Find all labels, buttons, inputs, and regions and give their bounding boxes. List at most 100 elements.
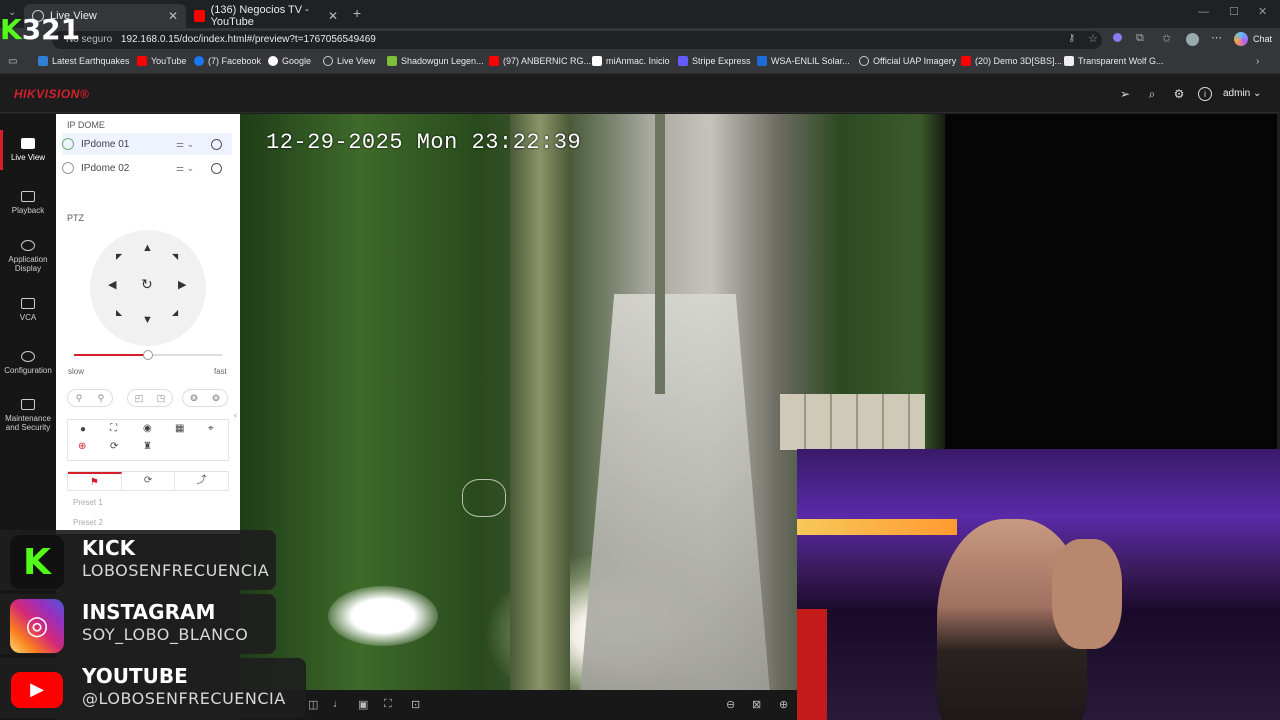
camera-options-icon[interactable]: ⚌ ⌄ xyxy=(176,163,194,174)
wire-basket xyxy=(462,479,506,517)
nav-maintenance-security[interactable]: Maintenance and Security xyxy=(0,399,56,432)
nav-live-view[interactable]: Live View xyxy=(0,130,56,170)
minimize-icon[interactable]: — xyxy=(1198,6,1209,18)
bookmark-item[interactable]: Stripe Express xyxy=(678,56,751,66)
settings-icon[interactable]: ⚙ xyxy=(1172,87,1186,101)
nav-application-display[interactable]: Application Display xyxy=(0,240,56,273)
capture-icon[interactable]: ◫ xyxy=(308,698,318,711)
bookmark-item[interactable]: (7) Facebook xyxy=(194,56,261,66)
window-icon[interactable]: ⊠ xyxy=(752,698,761,711)
digital-zoom-icon[interactable]: ⛶ xyxy=(384,698,392,711)
zoom-out-icon[interactable]: ⚲ xyxy=(76,393,83,404)
previous-icon[interactable]: ⊖ xyxy=(726,698,735,711)
close-tab-icon[interactable]: ✕ xyxy=(328,9,338,23)
tab-label: (136) Negocios TV - YouTube xyxy=(210,4,309,28)
ptz-up-icon[interactable]: ▲ xyxy=(142,242,153,254)
preset-item[interactable]: Preset 2 xyxy=(73,518,103,527)
ptz-downright-icon[interactable]: ◢ xyxy=(172,308,178,317)
ptz-auto-rotate-icon[interactable]: ↻ xyxy=(141,276,153,293)
bookmark-item[interactable]: Latest Earthquakes xyxy=(38,56,130,66)
bookmarks-overflow-chevron-icon[interactable]: › xyxy=(1256,56,1259,67)
record-icon[interactable] xyxy=(211,138,222,150)
ptz-upleft-icon[interactable]: ◤ xyxy=(116,252,122,261)
manual-tracking-icon[interactable]: ⌖ xyxy=(208,423,214,434)
tab-patrol[interactable]: ⟳ xyxy=(122,472,176,490)
close-window-icon[interactable]: ✕ xyxy=(1258,5,1267,18)
next-icon[interactable]: ⊕ xyxy=(779,698,788,711)
send-icon[interactable]: ➢ xyxy=(1118,87,1132,101)
iris-open-icon[interactable]: ❂ xyxy=(212,393,220,404)
user-menu[interactable]: admin ⌄ xyxy=(1223,88,1261,99)
tab-presets[interactable]: ⚑ xyxy=(68,472,122,490)
ptz-direction-pad[interactable]: ▲ ▼ ◀ ▶ ◤ ◥ ◣ ◢ ↻ xyxy=(90,230,206,346)
ptz-speed-slider[interactable] xyxy=(74,350,222,360)
bookmark-item[interactable]: YouTube xyxy=(137,56,186,66)
zoom-in-icon[interactable]: ⚲ xyxy=(98,393,105,404)
key-icon[interactable]: ⚷ xyxy=(1068,33,1075,44)
iris-button-group[interactable]: ❂ ❂ xyxy=(182,389,228,407)
extension-icon[interactable] xyxy=(1113,33,1122,42)
area-zoom-icon[interactable]: ⛶ xyxy=(110,423,117,434)
dark-area xyxy=(945,114,1277,449)
tab-pattern[interactable]: ⤴ xyxy=(175,472,228,490)
bookmark-item[interactable]: WSA-ENLIL Solar... xyxy=(757,56,850,66)
refresh-icon[interactable]: ⟳ xyxy=(110,441,118,452)
camera-options-icon[interactable]: ⚌ ⌄ xyxy=(176,139,194,150)
ptz-right-icon[interactable]: ▶ xyxy=(178,278,186,291)
chat-button[interactable]: Chat xyxy=(1253,34,1272,44)
pattern-icon: ⤴ xyxy=(196,475,207,486)
ptz-downleft-icon[interactable]: ◣ xyxy=(116,308,122,317)
nav-vca[interactable]: VCA xyxy=(0,298,56,322)
social-handle: SOY_LOBO_BLANCO xyxy=(82,625,249,644)
focus-near-icon[interactable]: ◰ xyxy=(135,393,144,404)
bookmark-item[interactable]: Live View xyxy=(323,56,375,66)
camera-item-ipdome-02[interactable]: IPdome 02 ⚌ ⌄ xyxy=(62,157,232,179)
search-icon[interactable]: ⌕ xyxy=(1145,87,1159,101)
wiper-icon[interactable]: ♜ xyxy=(143,441,152,452)
audio-icon[interactable]: ♩ xyxy=(333,698,344,710)
puzzle-icon[interactable]: ⧉ xyxy=(1136,32,1144,45)
collapse-panel-chevron-icon[interactable]: ‹ xyxy=(234,410,237,420)
layout-icon[interactable]: ▦ xyxy=(175,423,184,434)
ptz-upright-icon[interactable]: ◥ xyxy=(172,252,178,261)
zoom-3d-icon[interactable]: ⊕ xyxy=(78,441,86,452)
bookmark-item[interactable]: Google xyxy=(268,56,311,66)
ptz-down-icon[interactable]: ▼ xyxy=(142,314,153,326)
bookmark-item[interactable]: Official UAP Imagery xyxy=(859,56,956,66)
bookmark-item[interactable]: Transparent Wolf G... xyxy=(1064,56,1164,66)
sidebar-toggle-icon[interactable]: ▭ xyxy=(8,56,17,67)
zoom-button-group[interactable]: ⚲ ⚲ xyxy=(67,389,113,407)
lens-init-icon[interactable]: ◉ xyxy=(143,423,152,434)
iris-close-icon[interactable]: ❂ xyxy=(190,393,198,404)
url-field[interactable]: No seguro 192.168.0.15/doc/index.html#/p… xyxy=(52,31,1102,49)
focus-button-group[interactable]: ◰ ◳ xyxy=(127,389,173,407)
profile-avatar[interactable] xyxy=(1186,33,1199,46)
preset-item[interactable]: Preset 1 xyxy=(73,498,103,507)
youtube-favicon-icon xyxy=(194,10,205,22)
ptz-title: PTZ xyxy=(67,213,84,223)
tab-youtube[interactable]: (136) Negocios TV - YouTube ✕ xyxy=(186,4,346,28)
bookmark-item[interactable]: Shadowgun Legen... xyxy=(387,56,484,66)
more-menu-icon[interactable]: ⋯ xyxy=(1211,31,1222,44)
record-icon[interactable] xyxy=(211,162,222,174)
snapshot-icon[interactable]: ▣ xyxy=(358,698,368,711)
focus-far-icon[interactable]: ◳ xyxy=(157,393,166,404)
bookmark-item[interactable]: (97) ANBERNIC RG... xyxy=(489,56,591,66)
bookmark-item[interactable]: miAnmac. Inicio xyxy=(592,56,670,66)
light-icon[interactable]: ● xyxy=(80,424,86,435)
info-icon[interactable]: i xyxy=(1198,87,1212,101)
nav-configuration[interactable]: Configuration xyxy=(0,351,56,375)
ptz-left-icon[interactable]: ◀ xyxy=(108,278,116,291)
slider-handle[interactable] xyxy=(143,350,153,360)
close-tab-icon[interactable]: ✕ xyxy=(168,9,178,23)
bookmark-star-icon[interactable]: ☆ xyxy=(1088,32,1098,45)
maximize-icon[interactable]: ☐ xyxy=(1229,5,1239,18)
favorites-icon[interactable]: ✩ xyxy=(1162,32,1171,45)
regional-focus-icon[interactable]: ⊡ xyxy=(411,698,420,711)
nav-playback[interactable]: Playback xyxy=(0,191,56,215)
camera-item-ipdome-01[interactable]: IPdome 01 ⚌ ⌄ xyxy=(62,133,232,155)
new-tab-plus-icon[interactable]: + xyxy=(353,5,361,21)
bookmark-item[interactable]: (20) Demo 3D[SBS]... xyxy=(961,56,1062,66)
copilot-icon[interactable] xyxy=(1234,32,1248,46)
led-shelf xyxy=(797,519,957,535)
